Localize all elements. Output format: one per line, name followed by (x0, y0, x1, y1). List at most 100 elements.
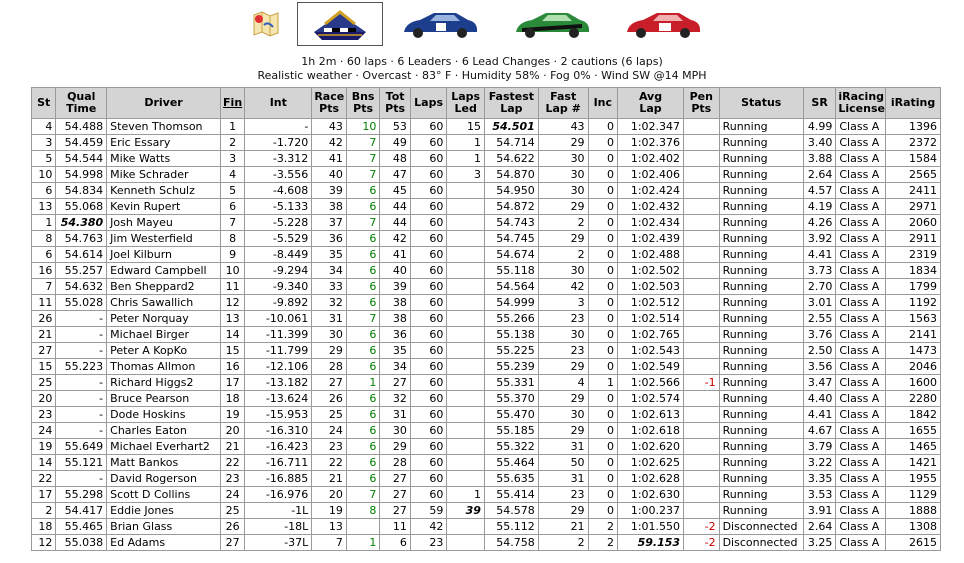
cell-pen-pts (683, 310, 720, 327)
cell-irating: 1473 (885, 342, 941, 359)
cell-driver[interactable]: Peter Norquay (106, 310, 221, 327)
cell-st: 3 (30, 134, 57, 151)
cell-license: Class A (835, 262, 887, 279)
map-icon[interactable] (233, 2, 297, 46)
cell-pen-pts (683, 214, 720, 231)
cell-license: Class A (835, 358, 887, 375)
cell-irating: 1600 (885, 374, 941, 391)
cell-laps: 60 (409, 294, 448, 311)
cell-qual: 55.257 (55, 262, 108, 279)
cell-fin: 21 (219, 438, 246, 455)
cell-driver[interactable]: Michael Everhart2 (106, 438, 221, 455)
table-row: 8 54.763 Jim Westerfield 8 -5.529 36 6 42 60 54.7… (30, 230, 941, 247)
cell-sr: 3.92 (802, 230, 837, 247)
cell-sr: 4.19 (802, 198, 837, 215)
cell-driver[interactable]: Dode Hoskins (106, 406, 221, 423)
cell-avg-lap: 1:02.439 (617, 230, 685, 247)
cell-st: 8 (30, 230, 57, 247)
cell-laps-led (446, 358, 485, 375)
cell-laps: 60 (409, 118, 448, 135)
indianapolis-motor-speedway-logo[interactable] (297, 2, 383, 46)
cell-laps: 60 (409, 406, 448, 423)
cell-int: -11.399 (244, 326, 313, 343)
cell-driver[interactable]: Thomas Allmon (106, 358, 221, 375)
column-header-fin[interactable]: Fin (219, 87, 246, 119)
cell-driver[interactable]: Matt Bankos (106, 454, 221, 471)
cell-driver[interactable]: Richard Higgs2 (106, 374, 221, 391)
cell-avg-lap: 1:02.503 (617, 278, 685, 295)
cell-bns-pts: 6 (345, 230, 381, 247)
car-red-icon[interactable] (623, 2, 703, 46)
cell-driver[interactable]: David Rogerson (106, 470, 221, 487)
cell-qual: - (55, 342, 108, 359)
cell-status: Running (718, 422, 804, 439)
race-summary-line: 1h 2m · 60 laps · 6 Leaders · 6 Lead Cha… (301, 55, 663, 68)
column-header-int: Int (244, 87, 313, 119)
cell-fin: 14 (219, 326, 246, 343)
cell-pen-pts (683, 198, 720, 215)
car-blue-icon[interactable] (400, 2, 480, 46)
cell-license: Class A (835, 278, 887, 295)
table-row: 4 54.488 Steven Thomson 1-43 10 53 60 15 54.501 4… (30, 118, 941, 135)
cell-st: 7 (30, 278, 57, 295)
table-row: 23- Dode Hoskins 19 -15.953 25 6 31 60 55.470 30 0… (30, 406, 941, 423)
cell-driver[interactable]: Charles Eaton (106, 422, 221, 439)
cell-fast-lap-no: 29 (537, 198, 589, 215)
cell-fastest-lap: 55.266 (483, 310, 539, 327)
cell-tot-pts: 41 (379, 246, 411, 263)
cell-status: Disconnected (718, 534, 804, 551)
cell-driver[interactable]: Steven Thomson (106, 118, 221, 135)
cell-driver[interactable]: Brian Glass (106, 518, 221, 535)
cell-race-pts: 20 (311, 486, 347, 503)
cell-inc: 0 (587, 486, 619, 503)
cell-irating: 2319 (885, 246, 941, 263)
cell-driver[interactable]: Mike Watts (106, 150, 221, 167)
cell-driver[interactable]: Ed Adams (106, 534, 221, 551)
cell-tot-pts: 30 (379, 422, 411, 439)
cell-status: Running (718, 438, 804, 455)
cell-pen-pts (683, 294, 720, 311)
cell-race-pts: 42 (311, 134, 347, 151)
header-icon-bar (0, 2, 964, 46)
cell-fastest-lap: 54.714 (483, 134, 539, 151)
cell-fin: 4 (219, 166, 246, 183)
cell-fast-lap-no: 29 (537, 134, 589, 151)
cell-int: -3.312 (244, 150, 313, 167)
cell-bns-pts: 6 (345, 390, 381, 407)
cell-driver[interactable]: Bruce Pearson (106, 390, 221, 407)
cell-driver[interactable]: Kevin Rupert (106, 198, 221, 215)
cell-laps: 60 (409, 358, 448, 375)
cell-int: -9.892 (244, 294, 313, 311)
cell-avg-lap: 1:02.613 (617, 406, 685, 423)
cell-inc: 0 (587, 406, 619, 423)
cell-driver[interactable]: Kenneth Schulz (106, 182, 221, 199)
cell-driver[interactable]: Scott D Collins (106, 486, 221, 503)
cell-driver[interactable]: Jim Westerfield (106, 230, 221, 247)
cell-driver[interactable]: Ben Sheppard2 (106, 278, 221, 295)
cell-driver[interactable]: Edward Campbell (106, 262, 221, 279)
cell-driver[interactable]: Joel Kilburn (106, 246, 221, 263)
cell-fin: 3 (219, 150, 246, 167)
cell-int: -3.556 (244, 166, 313, 183)
cell-inc: 1 (587, 374, 619, 391)
cell-tot-pts: 45 (379, 182, 411, 199)
cell-qual: 54.459 (55, 134, 108, 151)
cell-license: Class A (835, 230, 887, 247)
cell-avg-lap: 1:02.376 (617, 134, 685, 151)
cell-fastest-lap: 55.470 (483, 406, 539, 423)
cell-sr: 3.47 (802, 374, 837, 391)
cell-qual: 54.834 (55, 182, 108, 199)
cell-driver[interactable]: Peter A KopKo (106, 342, 221, 359)
car-green-icon[interactable] (512, 2, 592, 46)
cell-driver[interactable]: Chris Sawallich (106, 294, 221, 311)
cell-driver[interactable]: Mike Schrader (106, 166, 221, 183)
cell-license: Class A (835, 294, 887, 311)
cell-driver[interactable]: Josh Mayeu (106, 214, 221, 231)
cell-laps: 60 (409, 486, 448, 503)
cell-driver[interactable]: Eddie Jones (106, 502, 221, 519)
cell-driver[interactable]: Eric Essary (106, 134, 221, 151)
cell-sr: 3.79 (802, 438, 837, 455)
cell-driver[interactable]: Michael Birger (106, 326, 221, 343)
table-row: 1 54.380 Josh Mayeu 7 -5.228 37 7 44 60 54.743 2 0 1… (30, 214, 941, 231)
cell-avg-lap: 1:02.566 (617, 374, 685, 391)
